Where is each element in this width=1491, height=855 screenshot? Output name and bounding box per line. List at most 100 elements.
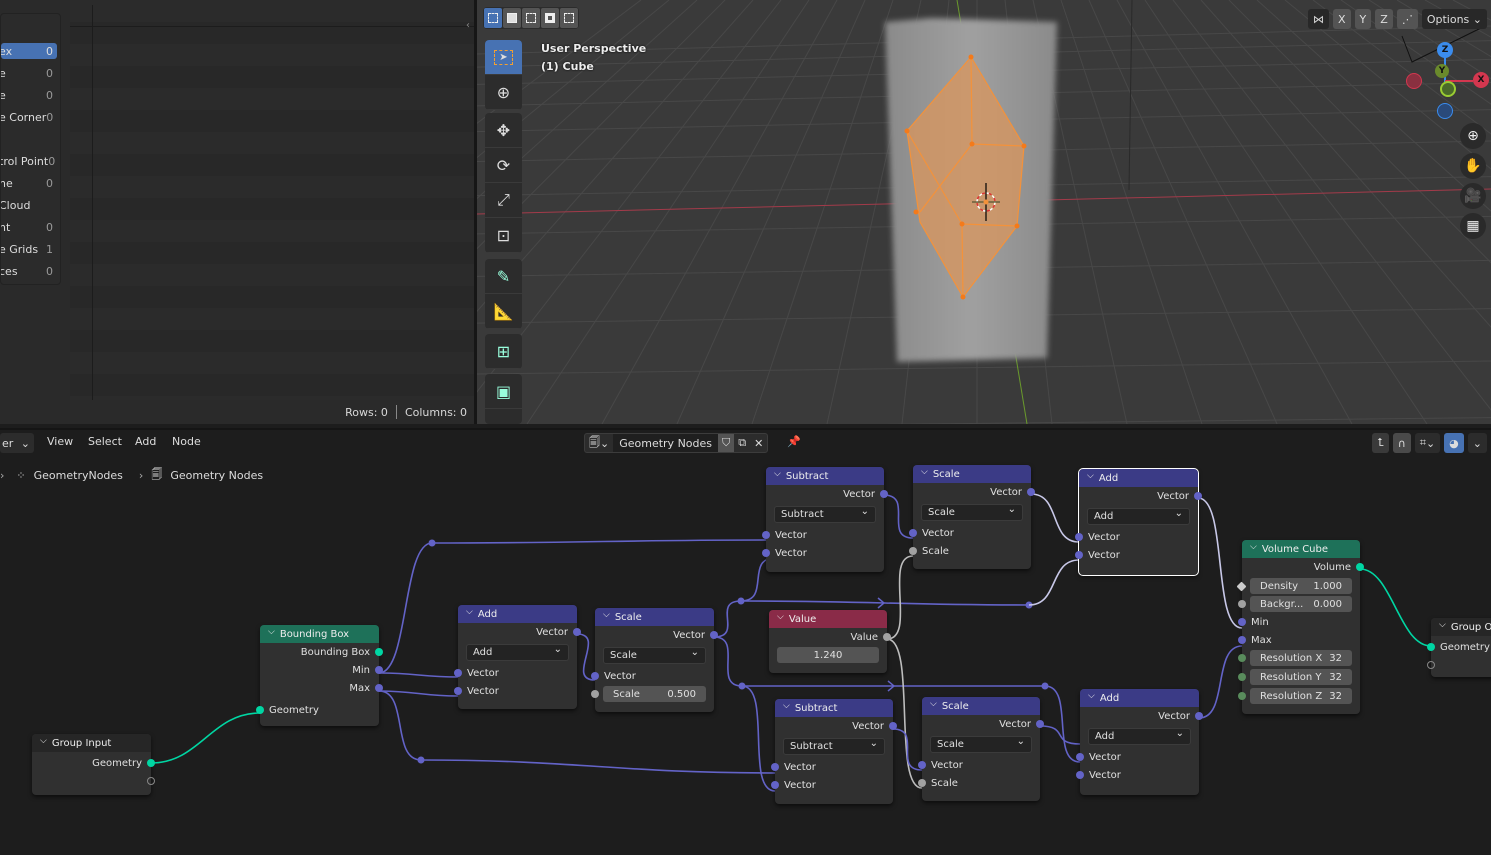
overlay-toggle[interactable]: ◕ xyxy=(1444,433,1464,453)
resolution-x-field[interactable]: Resolution X 32 xyxy=(1238,650,1352,666)
node-header[interactable]: Volume Cube xyxy=(1242,540,1360,558)
camera-view-button[interactable]: 🎥 xyxy=(1460,183,1486,209)
editor-type-dropdown[interactable]: er ⌄ xyxy=(0,433,34,453)
resolution-z-field[interactable]: Resolution Z 32 xyxy=(1238,688,1352,704)
node-header[interactable]: Scale xyxy=(922,697,1040,715)
node-header[interactable]: Value xyxy=(769,610,887,628)
parent-node-tree-button[interactable]: ⮤ xyxy=(1372,433,1389,453)
reroute-node[interactable] xyxy=(1041,682,1049,690)
geometry-input-socket[interactable] xyxy=(1427,643,1435,651)
domain-item-vertex[interactable]: ex 0 xyxy=(1,43,57,59)
vector-output-socket[interactable] xyxy=(1195,712,1203,720)
value-output-socket[interactable] xyxy=(883,633,891,641)
node-header[interactable]: Add xyxy=(458,605,577,623)
domain-item-control-point[interactable]: trol Point 0 xyxy=(1,153,57,169)
operation-dropdown[interactable]: Add xyxy=(1087,508,1190,525)
domain-item-point[interactable]: nt 0 xyxy=(1,219,57,235)
zoom-view-button[interactable]: ⊕ xyxy=(1460,123,1486,149)
background-input-socket[interactable] xyxy=(1238,600,1246,608)
resolution-z-input-socket[interactable] xyxy=(1238,692,1246,700)
duplicate-button[interactable]: ⧉ xyxy=(734,434,750,452)
vector-input-socket[interactable] xyxy=(454,669,462,677)
gizmo-neg-x-axis[interactable] xyxy=(1406,73,1422,89)
gizmo-x-axis[interactable]: X xyxy=(1473,72,1489,88)
reroute-node[interactable] xyxy=(1025,601,1033,609)
domain-item-edge[interactable]: e0 xyxy=(1,65,57,81)
reroute-node[interactable] xyxy=(428,539,436,547)
density-field[interactable]: Density 1.000 xyxy=(1236,578,1352,594)
node-header[interactable]: Subtract xyxy=(775,699,893,717)
node-header[interactable]: Bounding Box xyxy=(260,625,379,643)
max-input-socket[interactable] xyxy=(1238,636,1246,644)
operation-dropdown[interactable]: Add xyxy=(1088,728,1191,745)
node-value[interactable]: Value Value 1.240 xyxy=(769,610,891,673)
scale-input-socket[interactable] xyxy=(591,690,599,698)
node-bounding-box[interactable]: Bounding Box Bounding Box Min Max Geomet… xyxy=(256,625,383,726)
geometry-output-socket[interactable] xyxy=(147,759,155,767)
menu-node[interactable]: Node xyxy=(172,435,201,448)
node-vector-add-selected[interactable]: Add Vector Add Vector Vector xyxy=(1075,468,1202,576)
node-vector-add[interactable]: Add Vector Add Vector Vector xyxy=(454,605,581,709)
domain-item-spline[interactable]: ne 0 xyxy=(1,175,57,191)
vector-output-socket[interactable] xyxy=(710,631,718,639)
volume-output-socket[interactable] xyxy=(1356,563,1364,571)
breadcrumb-modifier[interactable]: GeometryNodes xyxy=(34,469,123,482)
vector-input-socket[interactable] xyxy=(1076,753,1084,761)
scale-input-socket[interactable] xyxy=(909,547,917,555)
node-volume-cube[interactable]: Volume Cube Volume Density1.000 Backgr..… xyxy=(1236,540,1364,714)
collapse-sidebar-icon[interactable]: ‹ xyxy=(466,20,470,31)
node-vector-subtract[interactable]: Subtract Vector Subtract Vector Vector xyxy=(771,699,897,804)
node-vector-scale[interactable]: Scale Vector Scale Vector Scale xyxy=(918,697,1044,801)
max-output-socket[interactable] xyxy=(375,684,383,692)
breadcrumb-node-tree[interactable]: Geometry Nodes xyxy=(170,469,263,482)
node-group-input[interactable]: Group Input Geometry xyxy=(32,734,155,795)
vector-output-socket[interactable] xyxy=(889,722,897,730)
node-canvas[interactable]: › ⁘ GeometryNodes › 🗐 Geometry Nodes Gro… xyxy=(0,455,1491,855)
snap-toggle[interactable]: ∩ xyxy=(1392,433,1411,453)
node-vector-add[interactable]: Add Vector Add Vector Vector xyxy=(1076,689,1203,795)
fake-user-toggle[interactable]: ⛉ xyxy=(718,434,735,452)
resolution-x-input-socket[interactable] xyxy=(1238,654,1246,662)
operation-dropdown[interactable]: Scale xyxy=(603,647,706,664)
vector-input-socket[interactable] xyxy=(762,531,770,539)
value-field[interactable]: 1.240 xyxy=(777,647,879,663)
overlay-dropdown[interactable]: ⌄ xyxy=(1467,433,1487,453)
resolution-y-field[interactable]: Resolution Y 32 xyxy=(1238,669,1352,685)
3d-viewport[interactable]: ➤ ⊕ ✥ ⟳ ⤢ ⊡ ✎ 📐 ⊞ ▣ ▱ User Perspective (… xyxy=(477,0,1491,424)
resolution-y-input-socket[interactable] xyxy=(1238,673,1246,681)
domain-item-instances[interactable]: ces 0 xyxy=(1,263,57,279)
vector-input-socket[interactable] xyxy=(918,761,926,769)
scale-input-socket[interactable] xyxy=(918,779,926,787)
min-output-socket[interactable] xyxy=(375,666,383,674)
node-group-name-field[interactable]: Geometry Nodes xyxy=(613,434,719,452)
gizmo-neg-z-axis[interactable] xyxy=(1437,103,1453,119)
vector-input-socket[interactable] xyxy=(1075,551,1083,559)
operation-dropdown[interactable]: Scale xyxy=(921,504,1023,521)
geometry-input-socket[interactable] xyxy=(256,706,264,714)
pan-view-button[interactable]: ✋ xyxy=(1460,153,1486,179)
menu-add[interactable]: Add xyxy=(135,435,156,448)
domain-item-volume-grids[interactable]: e Grids 1 xyxy=(1,241,57,257)
domain-item-face[interactable]: e0 xyxy=(1,87,57,103)
vector-output-socket[interactable] xyxy=(1036,720,1044,728)
reroute-node[interactable] xyxy=(737,597,745,605)
node-header[interactable]: Scale xyxy=(913,465,1031,483)
vector-input-socket[interactable] xyxy=(1076,771,1084,779)
vector-output-socket[interactable] xyxy=(573,628,581,636)
operation-dropdown[interactable]: Scale xyxy=(930,736,1032,753)
snap-target-dropdown[interactable]: ⌗ ⌄ xyxy=(1414,433,1441,453)
node-vector-scale[interactable]: Scale Vector Scale Vector Scale xyxy=(909,465,1035,569)
reroute-node[interactable] xyxy=(417,756,425,764)
gizmo-neg-y-axis[interactable] xyxy=(1440,81,1456,97)
background-field[interactable]: Backgr... 0.000 xyxy=(1238,596,1352,612)
node-vector-subtract[interactable]: Subtract Vector Subtract Vector Vector xyxy=(762,467,888,572)
menu-view[interactable]: View xyxy=(47,435,73,448)
vector-input-socket[interactable] xyxy=(1075,533,1083,541)
operation-dropdown[interactable]: Subtract xyxy=(783,738,885,755)
node-group-output[interactable]: Group O Geometry xyxy=(1427,618,1491,677)
scale-value-field[interactable]: Scale 0.500 xyxy=(591,686,706,702)
menu-select[interactable]: Select xyxy=(88,435,122,448)
vector-input-socket[interactable] xyxy=(454,687,462,695)
reroute-node[interactable] xyxy=(738,682,746,690)
node-tree-browse-button[interactable]: 🗐 ⌄ xyxy=(585,434,613,452)
